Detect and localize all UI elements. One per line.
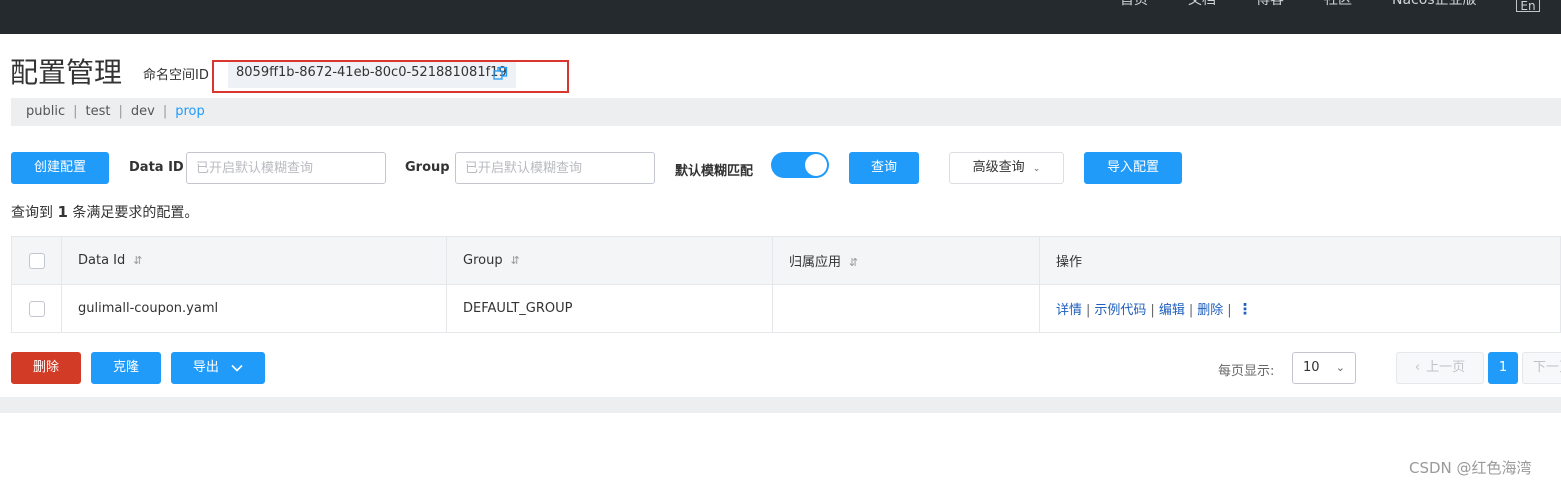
export-button[interactable]: 导出 [171,352,265,384]
header-data-id[interactable]: Data Id ⇵ [61,236,447,285]
sample-code-link[interactable]: 示例代码 [1094,303,1146,318]
prev-page-label: 上一页 [1426,360,1466,375]
header-group[interactable]: Group ⇵ [446,236,773,285]
advanced-query-button[interactable]: 高级查询 ⌄ [949,152,1064,184]
chevron-left-icon: ‹ [1414,360,1421,375]
batch-delete-button[interactable]: 删除 [11,352,81,384]
header-data-id-label: Data Id [78,253,126,268]
fuzzy-match-label: 默认模糊匹配 [675,164,754,179]
page-title: 配置管理 [10,56,123,89]
cell-group: DEFAULT_GROUP [446,284,773,333]
result-summary: 查询到 1 条满足要求的配置。 [11,202,198,222]
result-suffix: 条满足要求的配置。 [72,205,199,221]
watermark: CSDN @红色海湾 [1409,459,1532,477]
clone-button[interactable]: 克隆 [91,352,161,384]
advanced-query-label: 高级查询 [972,160,1025,175]
delete-link[interactable]: 删除 [1197,303,1223,318]
query-button[interactable]: 查询 [849,152,919,184]
cell-app [772,284,1040,333]
page-size-select[interactable]: 10 ⌄ [1292,352,1356,384]
chevron-down-icon: ⌄ [1335,361,1345,374]
toggle-knob [805,154,827,176]
namespace-prop[interactable]: prop [175,104,205,119]
namespace-dev[interactable]: dev [131,104,155,119]
page-size-value: 10 [1303,360,1320,375]
cell-operations: 详情 | 示例代码 | 编辑 | 删除 | ⋮ [1039,284,1561,333]
chevron-down-icon: ⌄ [1032,164,1041,174]
header-app[interactable]: 归属应用 ⇵ [772,236,1040,285]
group-search-input[interactable] [455,152,655,184]
footer-band [0,397,1561,413]
prev-page-button[interactable]: ‹ 上一页 [1396,352,1484,384]
result-count: 1 [57,203,68,221]
chevron-down-icon [231,364,243,372]
page-size-label: 每页显示: [1218,364,1275,379]
namespace-separator: | [73,104,78,119]
namespace-bar: public | test | dev | prop [11,98,1561,126]
nav-docs[interactable]: 文档 [1188,0,1216,10]
sort-icon[interactable]: ⇵ [133,254,142,267]
next-page-button[interactable]: 下一页 [1522,352,1561,384]
fuzzy-match-toggle[interactable] [771,152,829,178]
dataid-label: Data ID [129,160,184,175]
namespace-separator: | [118,104,123,119]
top-nav-links: 首页 文档 博客 社区 Nacos企业版 [1120,0,1477,10]
select-all-cell [11,236,62,285]
namespace-public[interactable]: public [26,104,65,119]
page-1-button[interactable]: 1 [1488,352,1518,384]
op-separator: | [1150,303,1155,318]
nav-home[interactable]: 首页 [1120,0,1148,10]
namespace-test[interactable]: test [86,104,111,119]
detail-link[interactable]: 详情 [1056,303,1082,318]
import-config-button[interactable]: 导入配置 [1084,152,1182,184]
config-table: Data Id ⇵ Group ⇵ 归属应用 ⇵ 操作 gulimall-coupon… [11,236,1561,333]
namespace-id-label: 命名空间ID [143,68,209,83]
namespace-separator: | [162,104,168,119]
group-label: Group [405,160,450,175]
language-switch-button[interactable]: En [1516,0,1540,13]
dataid-search-input[interactable] [186,152,386,184]
sort-icon[interactable]: ⇵ [511,254,520,267]
top-nav-bar: 首页 文档 博客 社区 Nacos企业版 En [0,0,1561,34]
op-separator: | [1188,303,1194,318]
nav-blog[interactable]: 博客 [1256,0,1284,10]
cell-data-id: gulimall-coupon.yaml [61,284,447,333]
select-all-checkbox[interactable] [28,252,45,269]
header-operations: 操作 [1039,236,1561,285]
more-options-icon[interactable]: ⋮ [1238,300,1253,318]
nav-enterprise[interactable]: Nacos企业版 [1392,0,1477,10]
row-select-cell [11,284,62,333]
header-group-label: Group [463,253,503,268]
sort-icon[interactable]: ⇵ [849,256,858,269]
op-separator: | [1227,303,1232,318]
table-row: gulimall-coupon.yaml DEFAULT_GROUP 详情 | 示例… [11,284,1561,333]
nav-community[interactable]: 社区 [1324,0,1352,10]
header-app-label: 归属应用 [789,255,842,270]
export-label: 导出 [192,360,219,375]
table-header-row: Data Id ⇵ Group ⇵ 归属应用 ⇵ 操作 [11,236,1561,285]
row-checkbox[interactable] [28,300,45,317]
highlight-annotation-box [212,60,569,93]
op-separator: | [1086,303,1091,318]
create-config-button[interactable]: 创建配置 [11,152,109,184]
result-prefix: 查询到 [11,205,53,221]
edit-link[interactable]: 编辑 [1159,303,1185,318]
